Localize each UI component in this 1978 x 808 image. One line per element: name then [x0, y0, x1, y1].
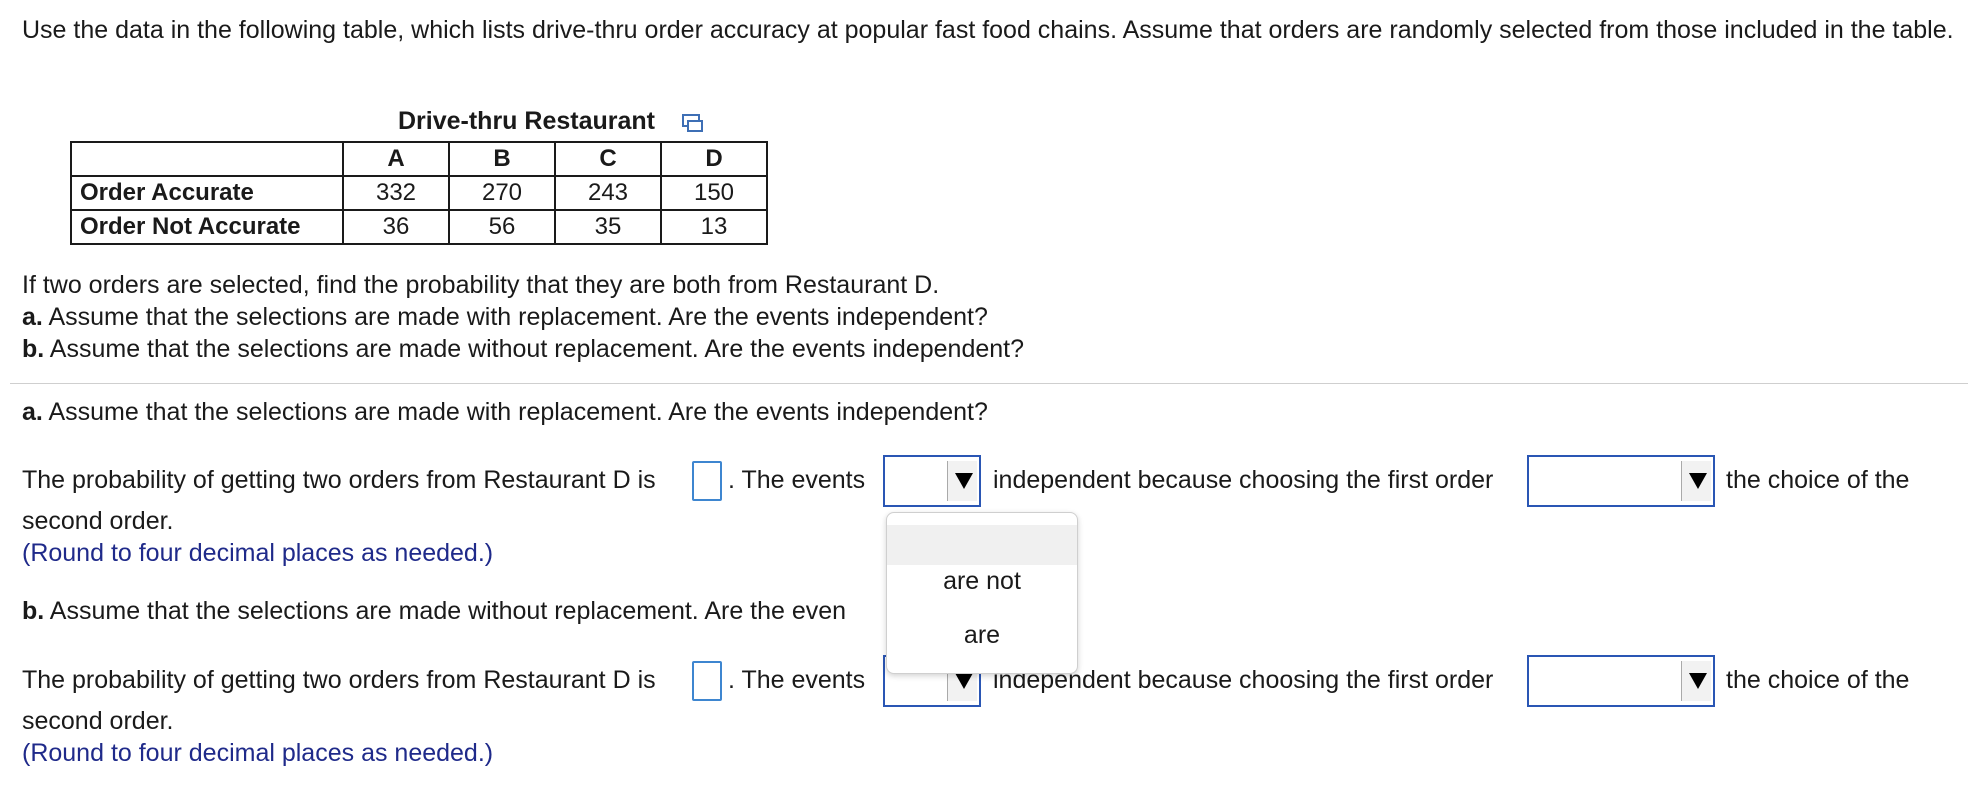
part-b-heading-text: Assume that the selections are made with…	[49, 597, 847, 625]
restaurant-table: A B C D Order Accurate 332 270 243 150 O…	[70, 141, 768, 245]
part-b-probability-input[interactable]	[692, 661, 722, 701]
part-a-probability-input[interactable]	[692, 461, 722, 501]
question-b-text: Assume that the selections are made with…	[49, 335, 1025, 363]
question-b: b. Assume that the selections are made w…	[22, 334, 1024, 364]
part-b-choice-text: the choice of the	[1726, 666, 1910, 694]
part-a-round-note: (Round to four decimal places as needed.…	[22, 539, 494, 567]
part-b-prob-text: The probability of getting two orders fr…	[22, 666, 656, 694]
part-b-heading: b. Assume that the selections are made w…	[22, 596, 846, 626]
table-cell: 13	[660, 209, 768, 245]
table-caption: Drive-thru Restaurant	[398, 107, 655, 135]
table-cell: 35	[554, 209, 662, 245]
question-a-text: Assume that the selections are made with…	[48, 303, 988, 331]
part-b-reason-select[interactable]	[1527, 655, 1715, 707]
section-divider	[10, 383, 1968, 384]
column-header: C	[554, 141, 662, 177]
part-b-round-note: (Round to four decimal places as needed.…	[22, 739, 494, 767]
dropdown-option-are[interactable]: are	[887, 619, 1077, 651]
question-b-label: b.	[22, 335, 45, 363]
row-label: Order Not Accurate	[70, 209, 344, 245]
dropdown-arrow-icon[interactable]	[1681, 461, 1711, 501]
intro-text: Use the data in the following table, whi…	[22, 16, 1954, 44]
table-cell: 150	[660, 175, 768, 211]
part-a-choice-text: the choice of the	[1726, 466, 1910, 494]
dropdown-option-blank[interactable]	[887, 525, 1077, 565]
table-cell: 270	[448, 175, 556, 211]
part-b-events-text: . The events	[728, 666, 866, 694]
events-dropdown-menu: are not are	[886, 512, 1078, 674]
part-a-heading-text: Assume that the selections are made with…	[48, 398, 988, 426]
copy-table-icon[interactable]	[682, 114, 704, 134]
question-main: If two orders are selected, find the pro…	[22, 271, 940, 299]
part-b-label: b.	[22, 597, 45, 625]
table-corner-cell	[70, 141, 344, 177]
dropdown-option-are-not[interactable]: are not	[887, 565, 1077, 597]
dropdown-arrow-icon[interactable]	[947, 461, 977, 501]
column-header: A	[342, 141, 450, 177]
row-label: Order Accurate	[70, 175, 344, 211]
table-cell: 36	[342, 209, 450, 245]
table-cell: 56	[448, 209, 556, 245]
column-header: D	[660, 141, 768, 177]
part-a-events-text: . The events	[728, 466, 866, 494]
question-a-label: a.	[22, 303, 43, 331]
table-header-row: A B C D	[70, 141, 768, 177]
part-a-heading: a. Assume that the selections are made w…	[22, 397, 988, 427]
part-a-second-order: second order.	[22, 507, 174, 535]
part-a-prob-text: The probability of getting two orders fr…	[22, 466, 656, 494]
part-a-label: a.	[22, 398, 43, 426]
table-cell: 243	[554, 175, 662, 211]
part-a-indep-text: independent because choosing the first o…	[993, 466, 1494, 494]
part-a-reason-select[interactable]	[1527, 455, 1715, 507]
table-row: Order Accurate 332 270 243 150	[70, 175, 768, 211]
column-header: B	[448, 141, 556, 177]
part-b-second-order: second order.	[22, 707, 174, 735]
table-row: Order Not Accurate 36 56 35 13	[70, 209, 768, 245]
table-cell: 332	[342, 175, 450, 211]
part-a-events-select[interactable]	[883, 455, 981, 507]
question-a: a. Assume that the selections are made w…	[22, 302, 988, 332]
dropdown-arrow-icon[interactable]	[1681, 661, 1711, 701]
